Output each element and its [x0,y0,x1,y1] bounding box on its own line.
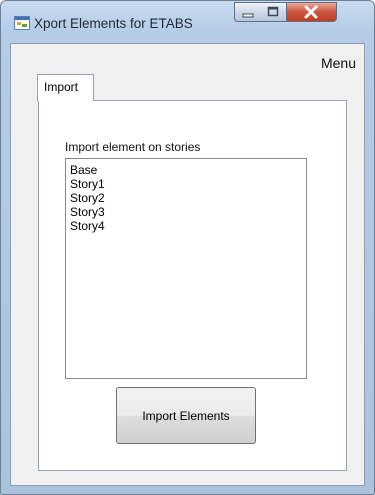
close-icon [304,5,318,19]
tab-import[interactable]: Import [37,74,94,101]
list-item[interactable]: Story1 [70,177,306,191]
import-elements-button[interactable]: Import Elements [116,387,256,444]
stories-label: Import element on stories [65,140,201,154]
app-window-icon [14,16,30,30]
import-tab-panel: Import element on stories Base Story1 St… [38,100,347,471]
list-item[interactable]: Base [70,163,306,177]
window-title: Xport Elements for ETABS [34,16,193,31]
app-window: Xport Elements for ETABS Menu Import Imp… [0,0,375,495]
stories-listbox[interactable]: Base Story1 Story2 Story3 Story4 [65,158,307,379]
minimize-button[interactable] [234,2,262,22]
list-item[interactable]: Story2 [70,191,306,205]
list-item[interactable]: Story4 [70,219,306,233]
maximize-button[interactable] [261,2,287,22]
form-client-area: Menu Import Import element on stories Ba… [10,43,365,486]
tab-import-label: Import [44,80,79,94]
list-item[interactable]: Story3 [70,205,306,219]
title-bar[interactable]: Xport Elements for ETABS [1,1,374,41]
close-button[interactable] [287,2,337,22]
import-elements-button-label: Import Elements [142,408,230,423]
menu-item[interactable]: Menu [321,55,356,71]
